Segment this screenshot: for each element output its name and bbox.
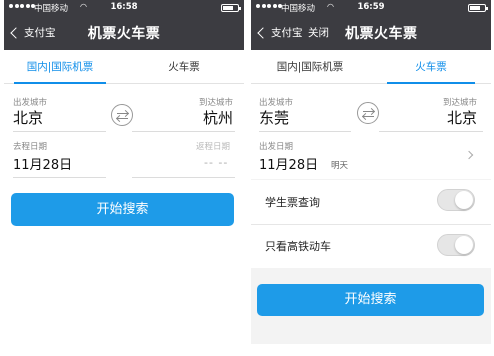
divider <box>259 131 351 132</box>
tab-flights[interactable]: 国内|国际机票 <box>14 50 106 84</box>
divider <box>251 224 491 225</box>
to-city[interactable]: 杭州 <box>203 107 233 128</box>
tab-flights[interactable]: 国内|国际机票 <box>251 50 369 84</box>
depart-day: 明天 <box>331 161 349 171</box>
swap-icon[interactable] <box>357 102 379 124</box>
to-city[interactable]: 北京 <box>447 107 477 128</box>
tab-trains[interactable]: 火车票 <box>124 50 244 84</box>
status-bar: 中国移动 ◠ 16:58 <box>4 0 244 16</box>
search-button[interactable]: 开始搜索 <box>11 193 234 226</box>
from-city[interactable]: 北京 <box>13 107 43 128</box>
divider <box>132 177 235 178</box>
tab-bar: 国内|国际机票 火车票 <box>251 50 491 135</box>
divider <box>379 131 483 132</box>
page-title: 机票火车票 <box>87 26 161 42</box>
left-screen: 中国移动 ◠ 16:58 支付宝 机票火车票 国内|国际机票 火车票 出发城市 … <box>4 0 244 344</box>
tab-bar: 国内|国际机票 火车票 <box>4 50 244 138</box>
chevron-left-icon <box>257 26 269 39</box>
return-date-label: 返程日期 <box>196 142 231 152</box>
student-ticket-label: 学生票查询 <box>265 196 320 209</box>
swap-icon[interactable] <box>111 104 133 126</box>
student-ticket-toggle[interactable] <box>437 189 475 211</box>
tab-trains[interactable]: 火车票 <box>387 50 475 84</box>
back-button[interactable]: 支付宝 <box>257 25 303 40</box>
search-button[interactable]: 开始搜索 <box>257 284 484 316</box>
status-time: 16:58 <box>110 2 138 12</box>
from-city[interactable]: 东莞 <box>259 107 289 128</box>
divider <box>132 131 235 132</box>
depart-date-label: 去程日期 <box>13 142 48 152</box>
highspeed-only-label: 只看高铁动车 <box>265 240 331 253</box>
highspeed-only-toggle[interactable] <box>437 234 475 256</box>
divider <box>13 131 106 132</box>
status-bar: 中国移动 ◠ 16:59 <box>251 0 491 16</box>
depart-date[interactable]: 11月28日 <box>259 154 318 173</box>
divider <box>13 177 106 178</box>
battery-icon <box>468 4 488 12</box>
depart-date-label: 出发日期 <box>259 142 294 152</box>
battery-icon <box>221 4 241 12</box>
page-title: 机票火车票 <box>345 26 418 42</box>
right-screen: 中国移动 ◠ 16:59 支付宝 关闭 机票火车票 国内|国际机票 火车票 出发… <box>251 0 491 344</box>
nav-bar: 支付宝 机票火车票 <box>4 16 244 50</box>
nav-bar: 支付宝 关闭 机票火车票 <box>251 16 491 50</box>
return-date[interactable]: -- -- <box>204 156 228 169</box>
status-time: 16:59 <box>357 2 385 12</box>
depart-date[interactable]: 11月28日 <box>13 154 72 173</box>
